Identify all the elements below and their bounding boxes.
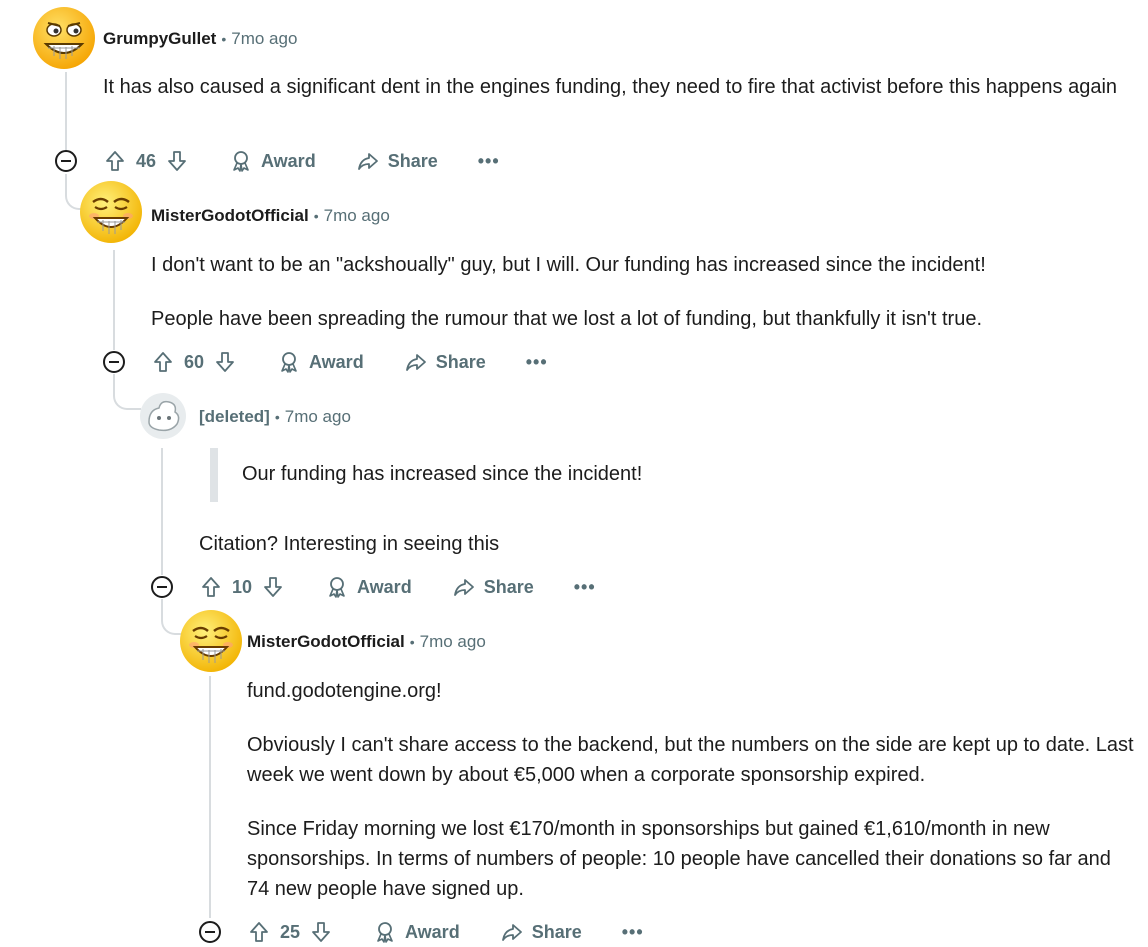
- award-label: Award: [357, 576, 412, 597]
- grinning-emoji-avatar-icon: [80, 181, 142, 243]
- comment-paragraph: fund.godotengine.org!: [247, 680, 442, 702]
- share-label: Share: [531, 921, 582, 942]
- share-button[interactable]: Share: [450, 573, 534, 601]
- more-options-icon[interactable]: •••: [574, 577, 596, 598]
- blockquote: Our funding has increased since the inci…: [210, 448, 1110, 502]
- comment-body: It has also caused a significant dent in…: [103, 72, 1133, 126]
- thread-elbow-3: [161, 599, 181, 635]
- avatar[interactable]: [32, 6, 96, 70]
- more-options-icon[interactable]: •••: [478, 151, 500, 172]
- downvote-icon[interactable]: [211, 348, 239, 376]
- thread-line-3[interactable]: [161, 448, 163, 575]
- award-label: Award: [309, 351, 364, 372]
- meta-separator: •: [409, 634, 415, 650]
- vote-count: 60: [183, 351, 205, 372]
- comment-actions: 46 Award Share •••: [101, 146, 500, 176]
- collapse-icon[interactable]: [103, 351, 125, 373]
- comment-meta: MisterGodotOfficial • 7mo ago: [247, 632, 486, 652]
- comment-actions: 25 Award Share •••: [245, 917, 644, 947]
- more-options-icon[interactable]: •••: [526, 352, 548, 373]
- downvote-icon[interactable]: [307, 918, 335, 946]
- comment-actions: 10 Award Share •••: [197, 572, 596, 602]
- meta-separator: •: [313, 208, 319, 224]
- award-label: Award: [261, 150, 316, 171]
- meta-separator: •: [221, 31, 227, 47]
- share-icon: [450, 573, 478, 601]
- thread-elbow-2: [113, 374, 141, 410]
- share-button[interactable]: Share: [402, 348, 486, 376]
- author-name[interactable]: GrumpyGullet: [103, 29, 216, 48]
- award-icon: [275, 348, 303, 376]
- upvote-icon[interactable]: [197, 573, 225, 601]
- thread-elbow-1: [65, 174, 81, 210]
- meta-separator: •: [274, 409, 280, 425]
- author-name[interactable]: MisterGodotOfficial: [151, 206, 309, 225]
- award-icon: [371, 918, 399, 946]
- more-options-icon[interactable]: •••: [622, 922, 644, 943]
- vote-count: 46: [135, 150, 157, 171]
- timestamp[interactable]: 7mo ago: [324, 206, 390, 225]
- vote-count: 25: [279, 921, 301, 942]
- award-icon: [323, 573, 351, 601]
- deleted-user-avatar-icon: [140, 393, 186, 439]
- quote-text: Our funding has increased since the inci…: [242, 463, 643, 485]
- thread-line-4[interactable]: [209, 676, 211, 918]
- award-icon: [227, 147, 255, 175]
- comment-paragraph: Since Friday morning we lost €170/month …: [247, 818, 1111, 900]
- thread-line-2[interactable]: [113, 250, 115, 350]
- share-label: Share: [483, 576, 534, 597]
- share-button[interactable]: Share: [354, 147, 438, 175]
- award-button[interactable]: Award: [371, 918, 460, 946]
- comment-paragraph: It has also caused a significant dent in…: [103, 76, 1118, 98]
- avatar[interactable]: [79, 180, 143, 244]
- timestamp[interactable]: 7mo ago: [420, 632, 486, 651]
- vote-count: 10: [231, 576, 253, 597]
- upvote-icon[interactable]: [101, 147, 129, 175]
- share-button[interactable]: Share: [498, 918, 582, 946]
- collapse-icon[interactable]: [199, 921, 221, 943]
- comment-body: fund.godotengine.org! Obviously I can't …: [247, 676, 1137, 928]
- timestamp[interactable]: 7mo ago: [231, 29, 297, 48]
- author-name[interactable]: MisterGodotOfficial: [247, 632, 405, 651]
- award-button[interactable]: Award: [323, 573, 412, 601]
- share-icon: [498, 918, 526, 946]
- timestamp[interactable]: 7mo ago: [285, 407, 351, 426]
- avatar[interactable]: [139, 392, 187, 440]
- share-label: Share: [435, 351, 486, 372]
- grinning-emoji-avatar-icon: [180, 610, 242, 672]
- comment-paragraph: People have been spreading the rumour th…: [151, 308, 982, 330]
- comment-meta: GrumpyGullet • 7mo ago: [103, 29, 297, 49]
- comment-meta: MisterGodotOfficial • 7mo ago: [151, 206, 390, 226]
- award-label: Award: [405, 921, 460, 942]
- comment-meta: [deleted] • 7mo ago: [199, 407, 351, 427]
- comment-paragraph: I don't want to be an "ackshoually" guy,…: [151, 254, 986, 276]
- thread-line-1[interactable]: [65, 72, 67, 150]
- collapse-icon[interactable]: [55, 150, 77, 172]
- avatar[interactable]: [179, 609, 243, 673]
- comment-body: I don't want to be an "ackshoually" guy,…: [151, 250, 1141, 358]
- award-button[interactable]: Award: [227, 147, 316, 175]
- collapse-icon[interactable]: [151, 576, 173, 598]
- grinning-emoji-avatar-icon: [33, 7, 95, 69]
- share-icon: [402, 348, 430, 376]
- comment-paragraph: Obviously I can't share access to the ba…: [247, 734, 1134, 786]
- downvote-icon[interactable]: [259, 573, 287, 601]
- comment-actions: 60 Award Share •••: [149, 347, 548, 377]
- award-button[interactable]: Award: [275, 348, 364, 376]
- share-label: Share: [387, 150, 438, 171]
- upvote-icon[interactable]: [245, 918, 273, 946]
- comment-paragraph: Citation? Interesting in seeing this: [199, 533, 500, 555]
- upvote-icon[interactable]: [149, 348, 177, 376]
- author-name: [deleted]: [199, 407, 270, 426]
- downvote-icon[interactable]: [163, 147, 191, 175]
- share-icon: [354, 147, 382, 175]
